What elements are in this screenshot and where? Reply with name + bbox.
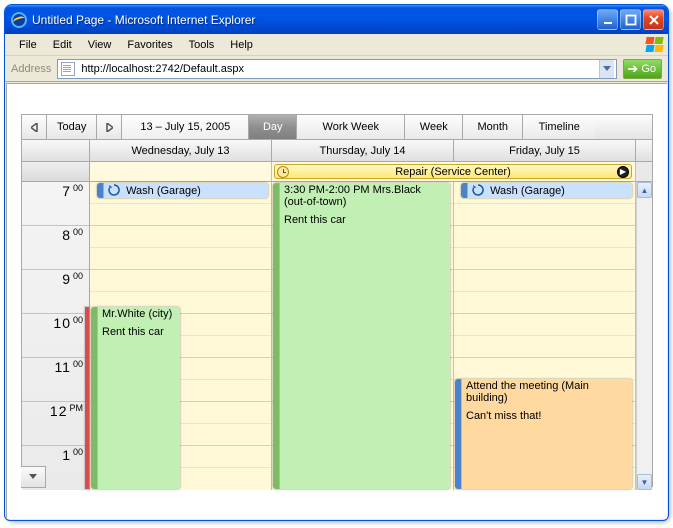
allday-event-repair[interactable]: Repair (Service Center) ▶ [274,164,632,179]
scroll-corner-allday [636,162,652,182]
time-ruler: 700 800 900 1000 1100 12PM 100 [22,182,90,490]
event-wed-white[interactable]: Mr.White (city) Rent this car [90,306,181,490]
page-icon [61,62,75,76]
view-timeline[interactable]: Timeline [523,115,595,139]
titlebar: Untitled Page - Microsoft Internet Explo… [5,5,668,34]
view-week[interactable]: Week [405,115,463,139]
daycol-thu[interactable]: 3:30 PM-2:00 PM Mrs.Black (out-of-town) … [272,182,454,490]
close-button[interactable] [643,9,664,30]
event-title: Mr.White (city) [102,308,176,320]
page-content: Today 13 – July 15, 2005 Day Work Week W… [6,83,667,519]
event-title: 3:30 PM-2:00 PM Mrs.Black (out-of-town) [284,184,446,208]
scroll-corner [636,140,652,162]
hour-8: 8 [62,227,71,243]
hour-1: 1 [62,447,71,463]
menu-tools[interactable]: Tools [181,37,223,53]
menu-file[interactable]: File [11,37,45,53]
window-title: Untitled Page - Microsoft Internet Explo… [32,13,597,27]
today-button[interactable]: Today [47,115,97,139]
allday-gutter [22,162,90,182]
address-bar: Address ➔ Go [5,56,668,82]
recurring-icon [472,184,484,196]
event-fri-meeting[interactable]: Attend the meeting (Main building) Can't… [454,378,633,490]
vertical-scrollbar[interactable]: ▲ ▼ [636,182,652,490]
windows-flag-icon [645,36,665,54]
menu-help[interactable]: Help [222,37,261,53]
allday-event-label: Repair (Service Center) [293,166,613,178]
view-month[interactable]: Month [463,115,523,139]
dayheader-fri[interactable]: Friday, July 15 [454,140,636,162]
hour-11: 11 [54,359,71,375]
event-label: Wash (Garage) [490,185,565,197]
go-button[interactable]: ➔ Go [623,59,662,79]
go-arrow-icon: ➔ [627,62,638,75]
next-button[interactable] [97,115,122,139]
event-title: Attend the meeting (Main building) [466,380,628,404]
dayheader-wed[interactable]: Wednesday, July 13 [90,140,272,162]
url-field-wrap [57,59,617,79]
view-work-week[interactable]: Work Week [297,115,405,139]
hour-9: 9 [62,271,71,287]
event-note: Rent this car [284,214,446,226]
date-picker-button[interactable] [21,466,46,488]
event-thu-black[interactable]: 3:30 PM-2:00 PM Mrs.Black (out-of-town) … [272,182,451,490]
dayheader-thu[interactable]: Thursday, July 14 [272,140,454,162]
event-note: Rent this car [102,326,176,338]
grid-corner [22,140,90,162]
event-fri-wash[interactable]: Wash (Garage) [460,182,633,199]
go-label: Go [641,63,656,75]
menu-view[interactable]: View [80,37,120,53]
scroll-up-button[interactable]: ▲ [637,182,652,198]
recurring-icon [108,184,120,196]
view-day[interactable]: Day [249,115,297,139]
ie-icon [11,12,27,28]
address-label: Address [11,63,51,75]
date-range: 13 – July 15, 2005 [122,115,249,139]
menu-edit[interactable]: Edit [45,37,80,53]
url-dropdown-button[interactable] [599,60,614,78]
url-input[interactable] [79,62,599,76]
hour-12: 12 [50,403,68,419]
prev-button[interactable] [22,115,47,139]
daycol-wed[interactable]: Wash (Garage) Mr.White (city) Rent this … [90,182,272,490]
minimize-button[interactable] [597,9,618,30]
menu-favorites[interactable]: Favorites [119,37,180,53]
clock-icon [277,166,289,178]
event-label: Wash (Garage) [126,185,201,197]
allday-cell-thu-fri[interactable]: Repair (Service Center) ▶ [272,162,636,182]
menubar: File Edit View Favorites Tools Help [5,34,668,56]
scroll-down-button[interactable]: ▼ [637,474,652,490]
scheduler-toolbar: Today 13 – July 15, 2005 Day Work Week W… [21,114,653,140]
maximize-button[interactable] [620,9,641,30]
event-wed-wash[interactable]: Wash (Garage) [96,182,269,199]
hour-7: 7 [62,183,71,199]
ie-window: Untitled Page - Microsoft Internet Explo… [4,4,669,521]
event-note: Can't miss that! [466,410,628,422]
daycol-fri[interactable]: Wash (Garage) Attend the meeting (Main b… [454,182,636,490]
continues-right-icon: ▶ [617,166,629,178]
scheduler-grid: Wednesday, July 13 Thursday, July 14 Fri… [21,140,653,487]
hour-10: 10 [53,315,71,331]
allday-cell-wed[interactable] [90,162,272,182]
